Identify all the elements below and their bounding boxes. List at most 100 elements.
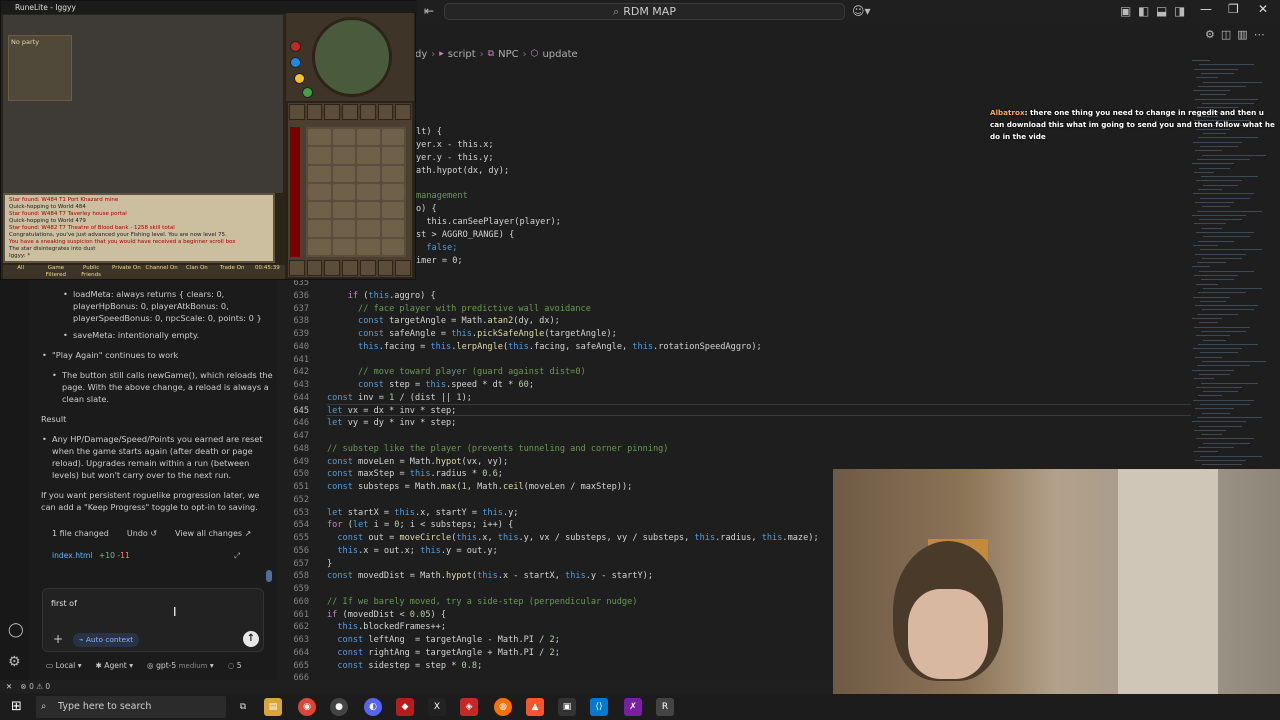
panel-toggle-icon[interactable]: ⬓	[1156, 4, 1167, 18]
line-number[interactable]: 656	[280, 545, 309, 558]
inventory-slot[interactable]	[381, 183, 404, 201]
secondary-sidebar-icon[interactable]: ◨	[1174, 4, 1185, 18]
inventory-slot[interactable]	[332, 147, 355, 164]
file-explorer-icon[interactable]: ▤	[264, 698, 282, 716]
inventory-slot[interactable]	[357, 129, 380, 146]
prayer-tab-icon[interactable]	[377, 104, 394, 120]
inventory-slot[interactable]	[357, 165, 380, 182]
code-text[interactable]: let vy = dy * inv * step;	[327, 417, 456, 430]
code-line[interactable]: 649 const moveLen = Math.hypot(vx, vy);	[280, 456, 508, 469]
code-text[interactable]: const step = this.speed * dt * 60;	[327, 379, 534, 392]
close-icon[interactable]: ✕	[1258, 2, 1268, 16]
logout-tab-icon[interactable]	[342, 260, 358, 276]
inventory-slot[interactable]	[308, 165, 331, 182]
code-text[interactable]: const sidestep = step * 0.8;	[327, 660, 482, 673]
code-text[interactable]: // face player with predictive wall avoi…	[327, 303, 591, 316]
more-icon[interactable]: ⋯	[1254, 28, 1265, 41]
code-line[interactable]: 661 if (movedDist < 0.05) {	[280, 609, 446, 622]
breadcrumb-item[interactable]: script	[448, 49, 476, 60]
view-all-changes-button[interactable]: View all changes ↗	[175, 529, 251, 538]
code-text[interactable]: const out = moveCircle(this.x, this.y, v…	[327, 532, 818, 545]
local-selector[interactable]: ▭ Local ▾	[46, 661, 82, 670]
magic-tab-icon[interactable]	[395, 104, 412, 120]
line-number[interactable]: 650	[280, 468, 309, 481]
code-line[interactable]: 659	[280, 583, 309, 596]
code-line[interactable]: 644 const inv = 1 / (dist || 1);	[280, 392, 471, 405]
chat-tab[interactable]: Clan On	[179, 265, 214, 279]
code-text[interactable]: this.x = out.x; this.y = out.y;	[327, 545, 497, 558]
problems-indicator[interactable]: ⊗ 0 ⚠ 0	[20, 682, 50, 691]
line-number[interactable]: 649	[280, 456, 309, 469]
settings-icon[interactable]: ⚙	[1205, 28, 1215, 41]
sidebar-toggle-icon[interactable]: ◧	[1138, 4, 1149, 18]
code-line[interactable]: 652	[280, 494, 309, 507]
line-number[interactable]: 644	[280, 392, 309, 405]
code-line[interactable]: 639 const safeAngle = this.pickSafeAngle…	[280, 328, 616, 341]
friends-tab-icon[interactable]	[289, 260, 305, 276]
code-text[interactable]: const inv = 1 / (dist || 1);	[327, 392, 472, 405]
remote-icon[interactable]: ✕	[0, 680, 18, 693]
taskbar-search[interactable]: ⌕ Type here to search	[36, 696, 226, 718]
stats-tab-icon[interactable]	[306, 104, 323, 120]
code-line[interactable]: 643 const step = this.speed * dt * 60;	[280, 379, 534, 392]
windows-start-icon[interactable]: ⊞	[11, 699, 22, 714]
line-number[interactable]: 636	[280, 290, 309, 303]
code-line[interactable]: 637 // face player with predictive wall …	[280, 303, 590, 316]
chrome-icon[interactable]: ◉	[298, 698, 316, 716]
code-text[interactable]: this.facing = this.lerpAngle(this.facing…	[327, 341, 762, 354]
discord-icon[interactable]: ◐	[364, 698, 382, 716]
minimize-icon[interactable]: —	[1200, 2, 1212, 16]
inventory-grid[interactable]	[306, 127, 406, 257]
line-number[interactable]: 660	[280, 596, 309, 609]
code-text[interactable]: }	[327, 558, 332, 571]
add-context-button[interactable]: +	[53, 632, 63, 646]
blender-icon[interactable]: ◍	[494, 698, 512, 716]
code-text[interactable]: // substep like the player (prevents tun…	[327, 443, 668, 456]
inventory-slot[interactable]	[357, 147, 380, 164]
restore-icon[interactable]: ❐	[1228, 2, 1239, 16]
equipment-tab-icon[interactable]	[359, 104, 376, 120]
emotes-tab-icon[interactable]	[377, 260, 394, 276]
combat-tab-icon[interactable]	[289, 104, 305, 120]
back-icon[interactable]: ⇤	[424, 4, 434, 18]
inventory-slot[interactable]	[381, 165, 404, 182]
model-selector[interactable]: ◎ gpt-5 medium ▾	[147, 661, 214, 670]
inventory-slot[interactable]	[357, 183, 380, 201]
line-number[interactable]: 655	[280, 532, 309, 545]
line-number[interactable]: 643	[280, 379, 309, 392]
prayer-orb-icon[interactable]	[290, 57, 301, 68]
code-text[interactable]: if (this.aggro) {	[327, 290, 436, 303]
code-line[interactable]: 651 const substeps = Math.max(1, Math.cei…	[280, 481, 632, 494]
chat-tab[interactable]: Trade On	[215, 265, 250, 279]
minimap-circle[interactable]	[312, 17, 392, 97]
chat-input[interactable]: first of	[51, 599, 77, 608]
send-button[interactable]: ↑	[243, 631, 259, 647]
code-text[interactable]: // move toward player (guard against dis…	[327, 366, 586, 379]
copilot-icon[interactable]: ☺▾	[852, 4, 871, 18]
code-line[interactable]: 647	[280, 430, 309, 443]
breadcrumb-item[interactable]: update	[542, 49, 577, 60]
code-line[interactable]: 636 if (this.aggro) {	[280, 290, 435, 303]
scrollbar-thumb[interactable]	[266, 570, 272, 582]
line-number[interactable]: 648	[280, 443, 309, 456]
code-line[interactable]: 665 const sidestep = step * 0.8;	[280, 660, 482, 673]
code-text[interactable]: for (let i = 0; i < substeps; i++) {	[327, 519, 513, 532]
account-icon[interactable]: ◯	[8, 622, 24, 638]
inventory-slot[interactable]	[308, 220, 331, 237]
code-text[interactable]: this.blockedFrames++;	[327, 621, 446, 634]
chat-tab[interactable]: Private On	[109, 265, 144, 279]
line-number[interactable]: 640	[280, 341, 309, 354]
game-window[interactable]: RuneLite - Iggyy No party Star found: W4…	[0, 0, 417, 280]
inventory-slot[interactable]	[308, 183, 331, 201]
inventory-slot[interactable]	[381, 129, 404, 146]
undo-button[interactable]: Undo ↺	[127, 529, 157, 538]
game-viewport[interactable]: No party	[3, 15, 283, 193]
github-icon[interactable]: ●	[330, 698, 348, 716]
line-number[interactable]: 646	[280, 417, 309, 430]
inventory-slot[interactable]	[308, 202, 331, 219]
code-line[interactable]: 645 let vx = dx * inv * step;	[280, 405, 456, 418]
code-line[interactable]: 664 const rightAng = targetAngle + Math.…	[280, 647, 559, 660]
layout-toggle-icon[interactable]: ▣	[1120, 4, 1131, 18]
game-chatbox[interactable]: Star found: W484 T1 Port Khazard mine Qu…	[3, 193, 275, 263]
line-number[interactable]: 645	[280, 405, 309, 418]
